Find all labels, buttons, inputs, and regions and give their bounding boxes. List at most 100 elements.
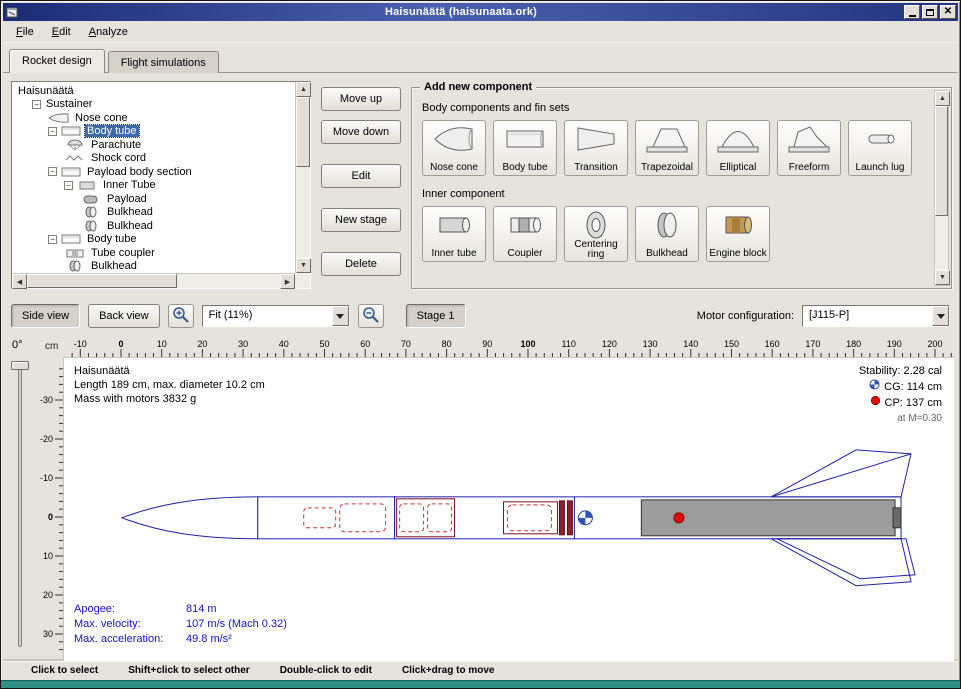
scrollbar-thumb[interactable] — [296, 97, 310, 167]
fin-top-shape[interactable] — [771, 450, 911, 497]
tab-flight-simulations[interactable]: Flight simulations — [108, 51, 219, 73]
tree-item-inner-tube[interactable]: − Inner Tube — [14, 179, 295, 193]
elliptical-icon — [716, 124, 760, 154]
tree-item-bulkhead[interactable]: Bulkhead — [14, 219, 295, 233]
tree-collapse-icon[interactable]: − — [32, 100, 41, 109]
tree-vertical-scrollbar[interactable]: ▲ ▼ — [295, 82, 310, 273]
delete-button[interactable]: Delete — [321, 252, 401, 276]
palette-vertical-scrollbar[interactable]: ▲ ▼ — [934, 90, 949, 286]
window-icon[interactable] — [5, 6, 20, 19]
tree-item-tube-coupler[interactable]: Tube coupler — [14, 246, 295, 260]
scrollbar-thumb[interactable] — [27, 274, 177, 288]
add-engine-block-button[interactable]: Engine block — [706, 206, 770, 262]
palette-button-label: Freeform — [789, 163, 830, 173]
zoom-level-select[interactable]: Fit (11%) — [202, 305, 350, 327]
tree-item-haisun-t[interactable]: Haisunäätä — [14, 84, 295, 98]
tree-collapse-icon[interactable]: − — [64, 181, 73, 190]
svg-text:100: 100 — [520, 339, 535, 349]
motor-configuration-value: [J115-P] — [803, 306, 932, 326]
cg-value: CG: 114 cm — [884, 380, 942, 395]
new-stage-button[interactable]: New stage — [321, 208, 401, 232]
add-elliptical-button[interactable]: Elliptical — [706, 120, 770, 176]
fin-bottom-2-shape[interactable] — [777, 539, 915, 579]
scroll-down-icon[interactable]: ▼ — [296, 258, 311, 273]
tree-item-bulkhead[interactable]: Bulkhead — [14, 260, 295, 274]
tree-collapse-icon[interactable]: − — [48, 127, 57, 136]
bulkhead-shape[interactable] — [559, 501, 564, 535]
tree-collapse-icon[interactable]: − — [48, 167, 57, 176]
svg-text:40: 40 — [279, 339, 289, 349]
tab-rocket-design[interactable]: Rocket design — [9, 49, 105, 73]
tree-collapse-icon[interactable]: − — [48, 235, 57, 244]
scroll-down-icon[interactable]: ▼ — [935, 270, 950, 285]
combo-arrow-button[interactable] — [332, 306, 349, 326]
rotation-slider-handle[interactable] — [11, 361, 29, 370]
tree-item-sustainer[interactable]: −Sustainer — [14, 98, 295, 112]
zoom-in-button[interactable] — [168, 304, 194, 328]
svg-text:150: 150 — [724, 339, 739, 349]
group-label-body-components-and-fin-sets: Body components and fin sets — [422, 102, 927, 114]
move-up-button[interactable]: Move up — [321, 87, 401, 111]
add-coupler-button[interactable]: Coupler — [493, 206, 557, 262]
menu-file[interactable]: File — [7, 23, 43, 41]
tree-item-body-tube[interactable]: −Body tube — [14, 125, 295, 139]
status-hint-double-click-to-edit: Double-click to edit — [280, 665, 372, 676]
tree-item-shock-cord[interactable]: Shock cord — [14, 152, 295, 166]
add-bulkhead-button[interactable]: Bulkhead — [635, 206, 699, 262]
minimize-icon — [909, 15, 916, 17]
payload-icon — [80, 193, 102, 205]
coupler-lg-icon — [503, 210, 547, 240]
rocket-canvas[interactable]: Haisunäätä Length 189 cm, max. diameter … — [63, 357, 954, 661]
back-view-button[interactable]: Back view — [88, 304, 160, 328]
tree-item-label: Tube coupler — [89, 247, 157, 259]
edit-button[interactable]: Edit — [321, 164, 401, 188]
tree-item-payload[interactable]: Payload — [14, 192, 295, 206]
close-button[interactable]: ✕ — [940, 5, 956, 19]
scrollbar-thumb[interactable] — [935, 106, 948, 216]
tree-item-label: Payload — [105, 193, 149, 205]
tree-item-body-tube[interactable]: −Body tube — [14, 233, 295, 247]
palette-groups: Body components and fin sets Nose coneBod… — [422, 102, 927, 262]
scroll-up-icon[interactable]: ▲ — [296, 82, 311, 97]
scroll-left-icon[interactable]: ◀ — [12, 274, 27, 289]
tree-item-label: Nose cone — [73, 112, 130, 124]
flight-stat-apogee: Apogee:814 m — [74, 602, 287, 617]
tree-item-bulkhead[interactable]: Bulkhead — [14, 206, 295, 220]
add-freeform-button[interactable]: Freeform — [777, 120, 841, 176]
combo-arrow-button[interactable] — [932, 306, 949, 326]
tree-item-nose-cone[interactable]: Nose cone — [14, 111, 295, 125]
mach-note: at M=0.30 — [859, 411, 942, 426]
rotation-slider[interactable] — [18, 365, 22, 647]
stage-1-button[interactable]: Stage 1 — [406, 304, 466, 328]
minimize-button[interactable] — [904, 5, 920, 19]
add-inner-tube-button[interactable]: Inner tube — [422, 206, 486, 262]
tree-item-parachute[interactable]: Parachute — [14, 138, 295, 152]
add-body-tube-button[interactable]: Body tube — [493, 120, 557, 176]
move-down-button[interactable]: Move down — [321, 120, 401, 144]
scroll-right-icon[interactable]: ▶ — [280, 274, 295, 289]
motor-configuration-select[interactable]: [J115-P] — [802, 305, 950, 327]
add-trapezoidal-button[interactable]: Trapezoidal — [635, 120, 699, 176]
menu-edit[interactable]: Edit — [43, 23, 80, 41]
rotation-angle-label: 0° — [12, 339, 23, 351]
menu-analyze[interactable]: Analyze — [80, 23, 137, 41]
add-nose-cone-button[interactable]: Nose cone — [422, 120, 486, 176]
palette-button-label: Bulkhead — [646, 249, 688, 259]
maximize-button[interactable] — [922, 5, 938, 19]
cg-legend-icon — [869, 379, 880, 395]
add-centering-ring-button[interactable]: Centering ring — [564, 206, 628, 262]
add-launch-lug-button[interactable]: Launch lug — [848, 120, 912, 176]
nose-cone-shape[interactable] — [122, 497, 258, 539]
tree-horizontal-scrollbar[interactable]: ◀ ▶ — [12, 273, 295, 288]
palette-button-label: Inner tube — [431, 249, 476, 259]
svg-text:170: 170 — [805, 339, 820, 349]
side-view-button[interactable]: Side view — [11, 304, 80, 328]
scroll-up-icon[interactable]: ▲ — [935, 91, 950, 106]
tree-item-label: Inner Tube — [101, 179, 158, 191]
bulkhead-shape[interactable] — [567, 501, 572, 535]
add-transition-button[interactable]: Transition — [564, 120, 628, 176]
payload-section-shape[interactable] — [395, 497, 575, 539]
zoom-out-button[interactable] — [358, 304, 384, 328]
body-tube-shape[interactable] — [258, 497, 395, 539]
tree-item-payload-body-section[interactable]: −Payload body section — [14, 165, 295, 179]
